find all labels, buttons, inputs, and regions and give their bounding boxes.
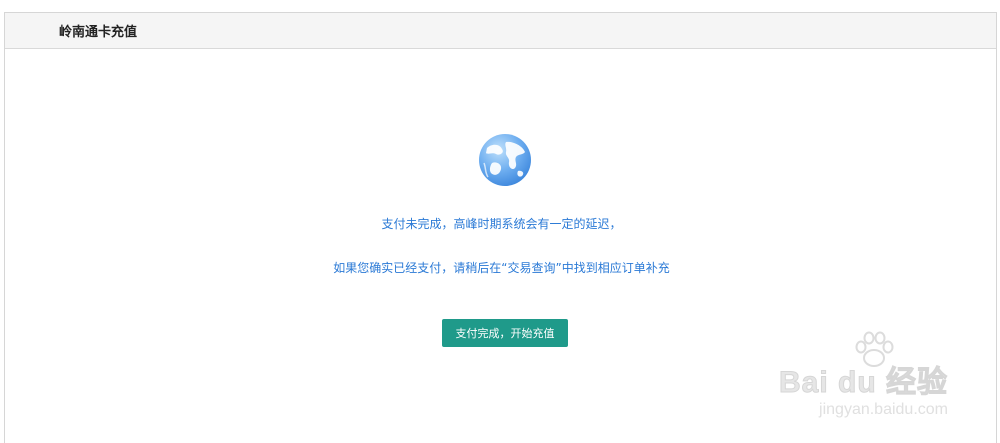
watermark-url: jingyan.baidu.com [819, 401, 948, 418]
payment-complete-button[interactable]: 支付完成，开始充值 [442, 319, 568, 347]
watermark-logo: Bai du 经验 [778, 366, 948, 400]
page-title: 岭南通卡充值 [59, 25, 138, 40]
status-message-line1: 支付未完成，高峰时期系统会有一定的延迟， [381, 217, 622, 231]
baidu-jingyan-watermark: Bai du 经验 jingyan.baidu.com [778, 357, 948, 419]
panel-header: 岭南通卡充值 [5, 13, 996, 49]
status-message-line2: 如果您确实已经支付，请稍后在“交易查询”中找到相应订单补充 [333, 261, 670, 275]
globe-icon [479, 134, 531, 186]
